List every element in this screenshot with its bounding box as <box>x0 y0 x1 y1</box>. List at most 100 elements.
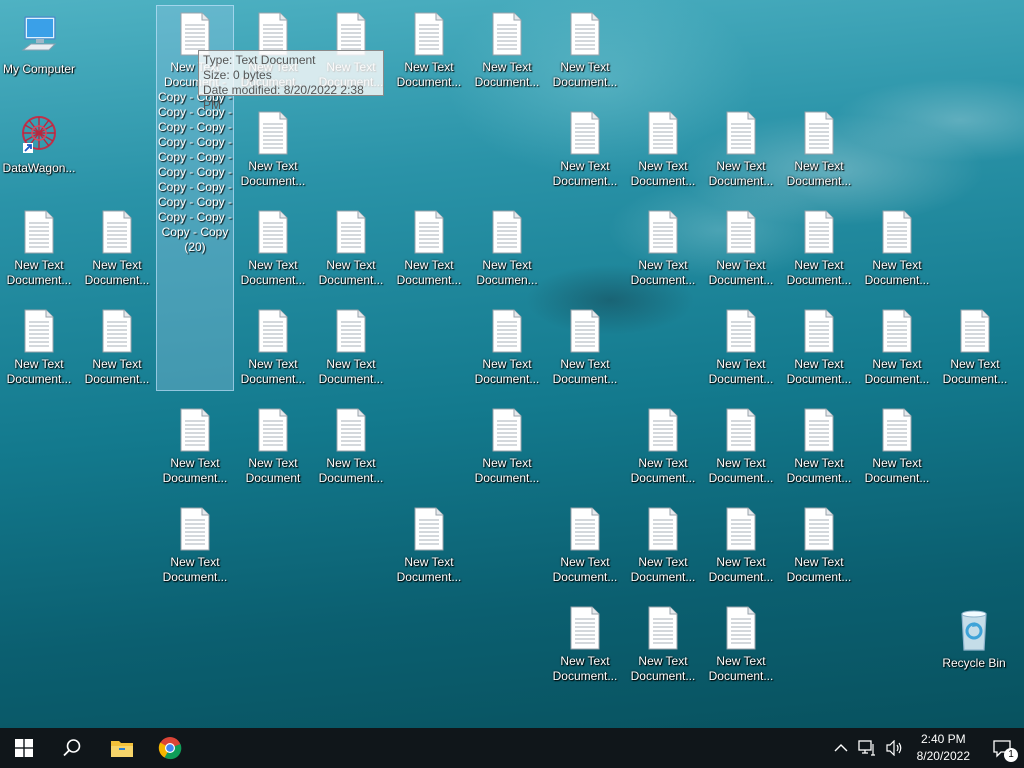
text-document-file[interactable]: New Text Document... <box>625 204 701 300</box>
tooltip-type: Type: Text Document <box>203 53 316 67</box>
text-document-file[interactable]: New Text Document... <box>313 204 389 300</box>
text-document-icon <box>570 12 600 56</box>
text-document-icon <box>492 12 522 56</box>
text-document-file[interactable]: New Text Document... <box>703 501 779 597</box>
text-document-file[interactable]: New Text Document... <box>391 204 467 300</box>
text-document-file[interactable]: New Text Document... <box>157 501 233 597</box>
chrome-button[interactable] <box>146 728 194 768</box>
system-tray: 2:40 PM 8/20/2022 1 <box>829 728 1024 768</box>
text-document-file[interactable]: New Text Document... <box>781 402 857 498</box>
text-document-file[interactable]: New Text Document... <box>469 303 545 399</box>
text-document-icon <box>336 408 366 452</box>
notification-badge: 1 <box>1004 748 1018 762</box>
volume-button[interactable] <box>881 728 909 768</box>
text-document-file[interactable]: New Text Document... <box>703 303 779 399</box>
chevron-up-icon <box>834 744 848 752</box>
file-label: New Text Document... <box>240 258 306 287</box>
text-document-file[interactable]: New Text Document... <box>79 303 155 399</box>
file-label: New Text Document <box>245 456 301 485</box>
text-document-file[interactable]: New Text Document... <box>859 303 935 399</box>
text-document-file[interactable]: New Text Document... <box>547 105 623 201</box>
recycle-bin-icon-item[interactable]: Recycle Bin <box>936 602 1012 698</box>
text-document-file[interactable]: New Text Document... <box>547 600 623 696</box>
file-label: New Text Document... <box>552 654 618 683</box>
notifications-button[interactable]: 1 <box>978 728 1024 768</box>
tray-overflow-button[interactable] <box>829 728 853 768</box>
text-document-file[interactable]: New Text Document... <box>625 501 701 597</box>
text-document-file[interactable]: New Text Document... <box>781 204 857 300</box>
text-document-icon <box>102 210 132 254</box>
text-document-file[interactable]: New Text Document... <box>781 105 857 201</box>
text-document-file[interactable]: New Text Document... <box>703 204 779 300</box>
text-document-icon <box>258 408 288 452</box>
clock-date: 8/20/2022 <box>916 749 970 763</box>
text-document-file[interactable]: New Text Document... <box>235 303 311 399</box>
desktop[interactable]: My Computer DataWagon... Recycle Bin New… <box>0 0 1024 728</box>
text-document-icon <box>804 507 834 551</box>
text-document-file[interactable]: New Text Document... <box>391 501 467 597</box>
text-document-file[interactable]: New Text Document... <box>469 402 545 498</box>
text-document-file[interactable]: New Text Document... <box>781 303 857 399</box>
text-document-file[interactable]: New Text Document... <box>547 501 623 597</box>
text-document-file[interactable]: New Text Document <box>235 402 311 498</box>
file-label: New Text Document... <box>552 555 618 584</box>
clock-time: 2:40 PM <box>920 732 966 746</box>
text-document-file[interactable]: New Text Document... <box>625 105 701 201</box>
text-document-icon <box>258 111 288 155</box>
file-label: New Text Document... <box>708 456 774 485</box>
clock[interactable]: 2:40 PM 8/20/2022 <box>909 728 978 768</box>
text-document-file[interactable]: New Text Document... <box>313 402 389 498</box>
tooltip-modified: Date modified: 8/20/2022 2:38 PM <box>203 83 364 112</box>
search-button[interactable] <box>48 728 96 768</box>
file-label: New Text Document... <box>162 555 228 584</box>
file-explorer-icon <box>111 741 133 757</box>
text-document-icon <box>180 507 210 551</box>
file-label: New Text Document... <box>630 456 696 485</box>
text-document-file[interactable]: New Text Document... <box>235 105 311 201</box>
file-tooltip: Type: Text Document Size: 0 bytes Date m… <box>198 50 384 112</box>
text-document-file[interactable]: New Text Document... <box>313 303 389 399</box>
text-document-file[interactable]: New Text Document... <box>937 303 1013 399</box>
windows-start-icon <box>15 739 33 757</box>
datawagon-label: DataWagon... <box>2 161 76 175</box>
text-document-file[interactable]: New Text Document... <box>547 6 623 102</box>
text-document-icon <box>726 111 756 155</box>
text-document-icon <box>414 210 444 254</box>
start-button[interactable] <box>0 728 48 768</box>
text-document-file[interactable]: New Text Document... <box>625 600 701 696</box>
text-document-file[interactable]: New Text Document... <box>157 402 233 498</box>
file-label: New Text Document... <box>474 456 540 485</box>
text-document-file[interactable]: New Text Document... <box>703 105 779 201</box>
text-document-icon <box>492 309 522 353</box>
text-document-icon <box>648 210 678 254</box>
text-document-file[interactable]: New Text Documen... <box>469 204 545 300</box>
text-document-file[interactable]: New Text Document... <box>859 402 935 498</box>
text-document-icon <box>258 309 288 353</box>
text-document-file[interactable]: New Text Document... <box>703 402 779 498</box>
recycle-bin-icon <box>961 610 987 651</box>
text-document-icon <box>336 309 366 353</box>
tooltip-size: Size: 0 bytes <box>203 68 272 82</box>
text-document-icon <box>570 507 600 551</box>
file-label: New Text Document... <box>84 357 150 386</box>
text-document-file[interactable]: New Text Document... <box>625 402 701 498</box>
text-document-file[interactable]: New Text Document... <box>859 204 935 300</box>
file-label: New Text Document... <box>786 456 852 485</box>
file-label: New Text Document... <box>474 60 540 89</box>
my-computer-icon-item[interactable]: My Computer <box>1 8 77 104</box>
text-document-file[interactable]: New Text Document... <box>235 204 311 300</box>
network-button[interactable] <box>853 728 881 768</box>
text-document-file[interactable]: New Text Document... <box>547 303 623 399</box>
text-document-file[interactable]: New Text Document... <box>391 6 467 102</box>
text-document-file[interactable]: New Text Document... <box>469 6 545 102</box>
datawagon-icon-item[interactable]: DataWagon... <box>1 107 77 203</box>
text-document-file[interactable]: New Text Document... <box>703 600 779 696</box>
file-label: New Text Document... <box>864 258 930 287</box>
file-explorer-button[interactable] <box>98 728 146 768</box>
text-document-file[interactable]: New Text Document... <box>79 204 155 300</box>
text-document-icon <box>804 210 834 254</box>
text-document-file[interactable]: New Text Document... <box>1 303 77 399</box>
text-document-file[interactable]: New Text Document... <box>1 204 77 300</box>
text-document-file[interactable]: New Text Document... <box>781 501 857 597</box>
file-label: New Text Document... <box>552 357 618 386</box>
